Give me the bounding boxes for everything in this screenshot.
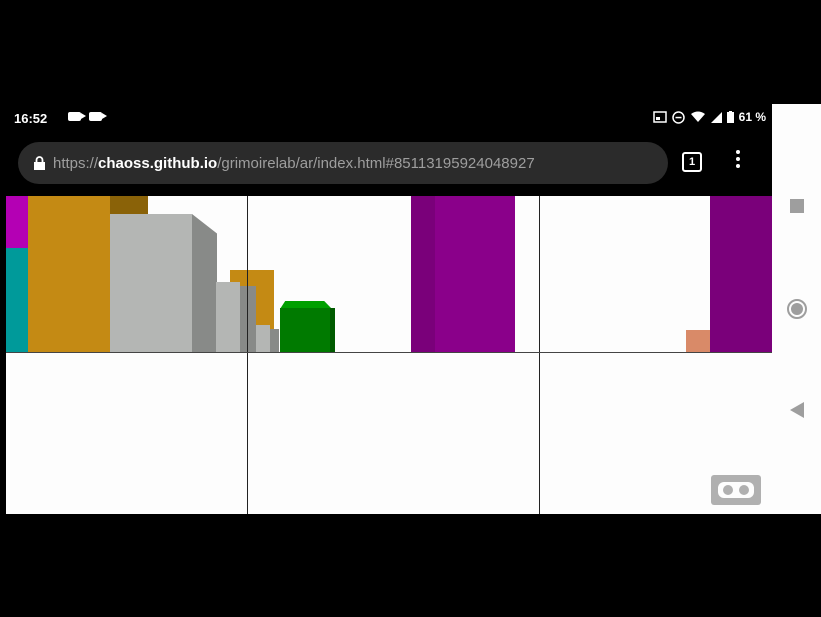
battery-level: 61 % bbox=[738, 110, 766, 124]
cardboard-vr-icon[interactable] bbox=[710, 474, 762, 506]
ar-scene-canvas[interactable] bbox=[6, 196, 772, 514]
signal-icon bbox=[710, 111, 722, 123]
gray-bar bbox=[110, 214, 192, 353]
video-camera-icon bbox=[68, 112, 86, 121]
wifi-icon bbox=[690, 111, 705, 122]
grid-line bbox=[539, 196, 540, 514]
green-bar bbox=[280, 308, 330, 353]
gold-bar bbox=[28, 196, 112, 353]
tab-count: 1 bbox=[688, 156, 696, 168]
green-bar-side bbox=[330, 308, 335, 353]
tabs-icon[interactable]: 1 bbox=[682, 152, 702, 172]
gray-small-bar-side bbox=[240, 286, 256, 353]
gray-tiny-bar bbox=[256, 325, 270, 353]
grid-line bbox=[247, 196, 248, 514]
status-bar: 16:52 61 % bbox=[6, 104, 772, 132]
do-not-disturb-icon bbox=[671, 110, 685, 124]
gray-small-bar bbox=[216, 282, 240, 353]
url-host: chaoss.github.io bbox=[98, 154, 218, 172]
gold-bar-top bbox=[110, 196, 148, 214]
lock-icon bbox=[34, 156, 45, 170]
purple-right-bar bbox=[710, 196, 772, 353]
salmon-bar bbox=[686, 330, 712, 353]
browser-toolbar: https://chaoss.github.io/grimoirelab/ar/… bbox=[6, 132, 772, 196]
video-camera-icon bbox=[89, 112, 107, 121]
url-scheme: https:// bbox=[53, 154, 99, 172]
gray-tiny-bar-side bbox=[270, 329, 279, 353]
grid-line bbox=[6, 352, 772, 353]
url-text[interactable]: https://chaoss.github.io/grimoirelab/ar/… bbox=[53, 155, 653, 172]
back-triangle-icon[interactable] bbox=[790, 402, 804, 418]
url-path: /grimoirelab/ar/index.html#8511319592404… bbox=[217, 154, 535, 172]
recents-square-icon[interactable] bbox=[790, 199, 804, 213]
purple-bar-side bbox=[411, 196, 435, 353]
battery-icon bbox=[726, 111, 734, 123]
more-vert-icon[interactable] bbox=[736, 150, 740, 171]
purple-bar bbox=[435, 196, 515, 353]
home-circle-icon[interactable] bbox=[787, 299, 807, 319]
address-bar[interactable]: https://chaoss.github.io/grimoirelab/ar/… bbox=[18, 142, 668, 184]
status-time: 16:52 bbox=[14, 111, 48, 126]
magenta-bar bbox=[6, 196, 28, 248]
cast-icon bbox=[652, 111, 667, 123]
navigation-bar bbox=[772, 104, 821, 514]
teal-bar bbox=[6, 248, 28, 353]
gray-bar-side bbox=[192, 214, 217, 353]
